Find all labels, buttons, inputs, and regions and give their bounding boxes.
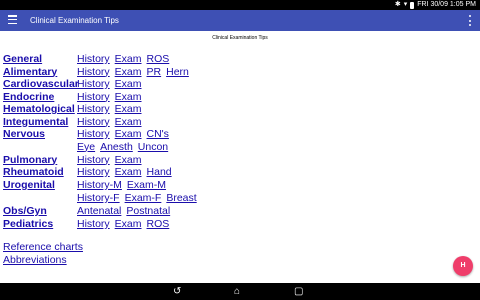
- pediatrics-exam-link[interactable]: Exam: [115, 218, 142, 230]
- cardiovascular-links: History Exam: [77, 78, 142, 90]
- obs-gyn-postnatal-link[interactable]: Postnatal: [126, 205, 170, 217]
- abbreviations-link[interactable]: Abbreviations: [3, 254, 67, 266]
- pulmonary-history-link[interactable]: History: [77, 154, 110, 166]
- obs-gyn-links: Antenatal Postnatal: [77, 205, 170, 217]
- endocrine-exam-link[interactable]: Exam: [115, 91, 142, 103]
- screen: ✱ ▾ FRI 30/09 1:05 PM Clinical Examinati…: [0, 0, 480, 300]
- category-nervous[interactable]: Nervous: [3, 128, 45, 140]
- overflow-menu-icon[interactable]: [468, 15, 472, 26]
- recents-icon[interactable]: ▢: [294, 285, 303, 298]
- nervous-cns-link[interactable]: CN's: [147, 128, 169, 140]
- reference-charts-link[interactable]: Reference charts: [3, 241, 83, 253]
- general-links: History Exam ROS: [77, 53, 169, 65]
- nervous-anesth-link[interactable]: Anesth: [100, 141, 133, 153]
- app-title: Clinical Examination Tips: [30, 16, 119, 25]
- integumental-exam-link[interactable]: Exam: [115, 116, 142, 128]
- urogenital-history-m-link[interactable]: History-M: [77, 179, 122, 191]
- rheumatoid-exam-link[interactable]: Exam: [115, 166, 142, 178]
- alimentary-history-link[interactable]: History: [77, 66, 110, 78]
- category-endocrine[interactable]: Endocrine: [3, 91, 54, 103]
- alimentary-hern-link[interactable]: Hern: [166, 66, 189, 78]
- integumental-links: History Exam: [77, 116, 142, 128]
- hamburger-menu-icon[interactable]: [8, 15, 17, 25]
- general-exam-link[interactable]: Exam: [115, 53, 142, 65]
- category-pediatrics[interactable]: Pediatrics: [3, 218, 53, 230]
- status-icons: ✱ ▾ FRI 30/09 1:05 PM: [395, 0, 476, 10]
- wifi-icon: ▾: [403, 1, 408, 8]
- battery-icon: [410, 1, 415, 9]
- endocrine-links: History Exam: [77, 91, 142, 103]
- nervous-history-link[interactable]: History: [77, 128, 110, 140]
- category-cardiovascular[interactable]: Cardiovascular: [3, 78, 79, 90]
- hematological-history-link[interactable]: History: [77, 103, 110, 115]
- urogenital-extra-links: History-F Exam-F Breast: [77, 192, 197, 204]
- general-ros-link[interactable]: ROS: [147, 53, 170, 65]
- category-hematological[interactable]: Hematological: [3, 103, 75, 115]
- home-icon[interactable]: ⌂: [234, 285, 240, 298]
- bluetooth-icon: ✱: [394, 1, 401, 8]
- category-alimentary[interactable]: Alimentary: [3, 66, 57, 78]
- endocrine-history-link[interactable]: History: [77, 91, 110, 103]
- nervous-links: History Exam CN's: [77, 128, 169, 140]
- obs-gyn-antenatal-link[interactable]: Antenatal: [77, 205, 121, 217]
- urogenital-exam-f-link[interactable]: Exam-F: [125, 192, 162, 204]
- nervous-uncon-link[interactable]: Uncon: [138, 141, 168, 153]
- alimentary-links: History Exam PR Hern: [77, 66, 189, 78]
- urogenital-links: History-M Exam-M: [77, 179, 166, 191]
- category-general[interactable]: General: [3, 53, 42, 65]
- cardiovascular-history-link[interactable]: History: [77, 78, 110, 90]
- pulmonary-links: History Exam: [77, 154, 142, 166]
- page-heading: Clinical Examination Tips: [212, 35, 268, 41]
- category-integumental[interactable]: Integumental: [3, 116, 68, 128]
- cardiovascular-exam-link[interactable]: Exam: [115, 78, 142, 90]
- pediatrics-ros-link[interactable]: ROS: [147, 218, 170, 230]
- nervous-extra-links: Eye Anesth Uncon: [77, 141, 168, 153]
- urogenital-exam-m-link[interactable]: Exam-M: [127, 179, 166, 191]
- hematological-exam-link[interactable]: Exam: [115, 103, 142, 115]
- pediatrics-history-link[interactable]: History: [77, 218, 110, 230]
- navigation-bar: ↺ ⌂ ▢: [0, 283, 480, 300]
- rheumatoid-links: History Exam Hand: [77, 166, 172, 178]
- hematological-links: History Exam: [77, 103, 142, 115]
- urogenital-history-f-link[interactable]: History-F: [77, 192, 120, 204]
- category-rheumatoid[interactable]: Rheumatoid: [3, 166, 64, 178]
- alimentary-pr-link[interactable]: PR: [147, 66, 162, 78]
- nervous-eye-link[interactable]: Eye: [77, 141, 95, 153]
- fab-button[interactable]: H: [453, 256, 473, 276]
- status-datetime: FRI 30/09 1:05 PM: [417, 1, 476, 8]
- status-bar: ✱ ▾ FRI 30/09 1:05 PM: [0, 0, 480, 10]
- rheumatoid-history-link[interactable]: History: [77, 166, 110, 178]
- back-icon[interactable]: ↺: [173, 285, 181, 298]
- category-urogenital[interactable]: Urogenital: [3, 179, 55, 191]
- integumental-history-link[interactable]: History: [77, 116, 110, 128]
- category-pulmonary[interactable]: Pulmonary: [3, 154, 57, 166]
- category-obs-gyn[interactable]: Obs/Gyn: [3, 205, 47, 217]
- pulmonary-exam-link[interactable]: Exam: [115, 154, 142, 166]
- general-history-link[interactable]: History: [77, 53, 110, 65]
- urogenital-breast-link[interactable]: Breast: [166, 192, 196, 204]
- nervous-exam-link[interactable]: Exam: [115, 128, 142, 140]
- app-bar: Clinical Examination Tips: [0, 10, 480, 31]
- alimentary-exam-link[interactable]: Exam: [115, 66, 142, 78]
- rheumatoid-hand-link[interactable]: Hand: [147, 166, 172, 178]
- pediatrics-links: History Exam ROS: [77, 218, 169, 230]
